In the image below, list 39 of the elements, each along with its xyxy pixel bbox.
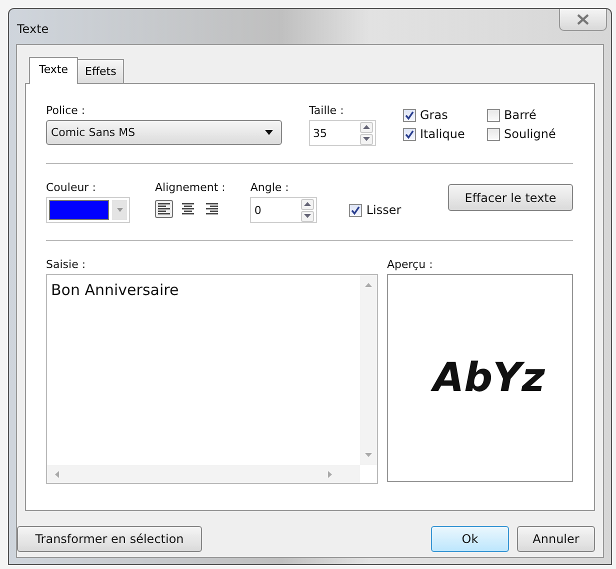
dropdown-arrow-icon: [265, 130, 273, 135]
spin-down-icon[interactable]: [360, 134, 373, 144]
tab[interactable]: Texte: [29, 57, 78, 84]
font-label: Police :: [46, 104, 86, 118]
text-input-field[interactable]: Bon Anniversaire: [46, 274, 378, 484]
checkbox-label: Gras: [420, 108, 448, 122]
colour-label: Couleur :: [46, 181, 97, 195]
size-label: Taille :: [309, 104, 345, 118]
align-left-button[interactable]: [155, 200, 173, 218]
spin-up-icon[interactable]: [360, 122, 373, 132]
checkbox-label: Lisser: [366, 203, 402, 217]
size-spinbox[interactable]: 35: [309, 120, 376, 146]
colour-dropdown[interactable]: [46, 197, 130, 223]
checkbox[interactable]: [487, 128, 500, 140]
preview-label: Aperçu :: [387, 258, 434, 272]
checkbox[interactable]: [403, 108, 416, 122]
checkbox[interactable]: [487, 108, 500, 122]
spin-down-icon[interactable]: [301, 210, 314, 222]
checkbox-label: Souligné: [504, 127, 556, 141]
font-dropdown[interactable]: Comic Sans MS: [46, 120, 282, 145]
spin-up-icon[interactable]: [301, 198, 314, 210]
tab[interactable]: Effets: [77, 59, 124, 83]
dialog-button[interactable]: Ok: [431, 526, 509, 552]
alignment-label: Alignement :: [155, 181, 226, 195]
checkbox-label: Barré: [504, 108, 536, 122]
dialog-button[interactable]: Annuler: [517, 526, 595, 552]
angle-spinbox[interactable]: 0: [250, 197, 318, 223]
checkbox-label: Italique: [420, 127, 465, 141]
preview-sample-text: AbYz: [415, 355, 545, 401]
input-label: Saisie :: [46, 258, 87, 272]
checkbox[interactable]: [349, 204, 362, 216]
dropdown-arrow-icon: [116, 208, 122, 212]
clear-text-button[interactable]: Effacer le texte: [448, 184, 573, 211]
angle-label: Angle :: [250, 181, 290, 195]
close-icon: [577, 14, 589, 25]
close-button[interactable]: [559, 9, 607, 31]
window-title: Texte: [17, 22, 49, 36]
dialog-button[interactable]: Transformer en sélection: [17, 526, 202, 552]
checkbox[interactable]: [403, 128, 416, 140]
